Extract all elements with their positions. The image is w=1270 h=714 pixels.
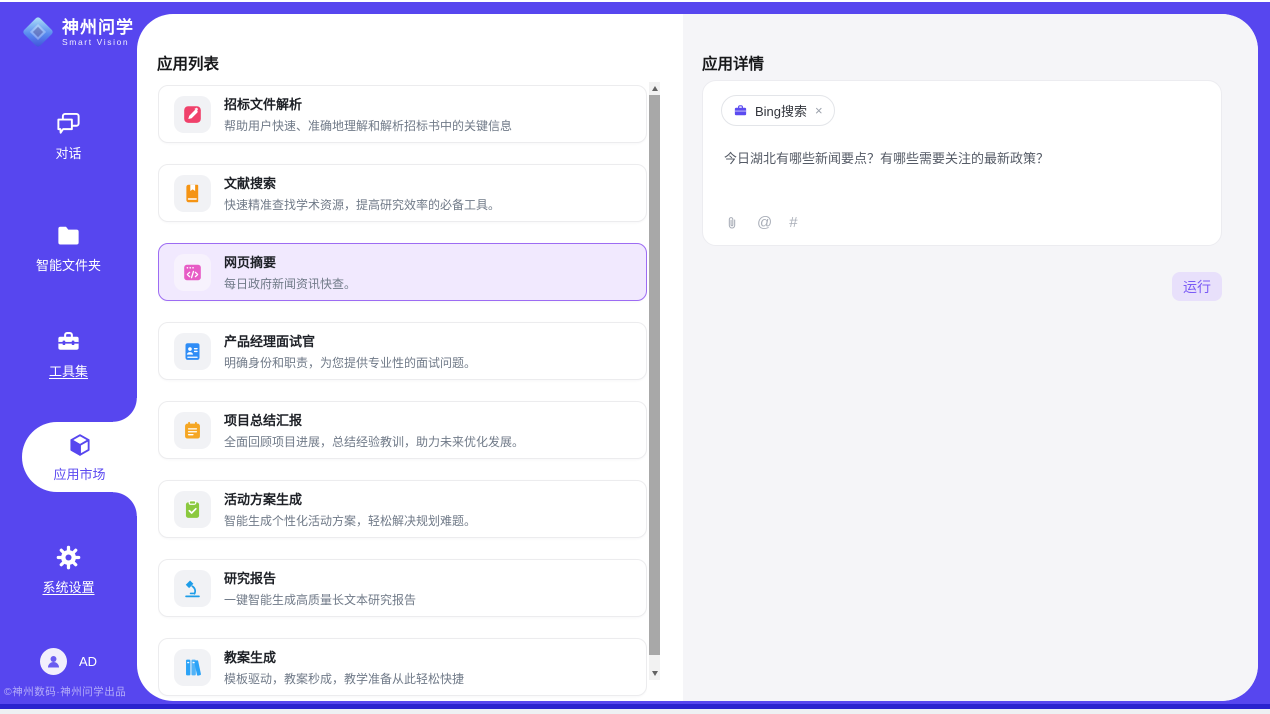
close-icon[interactable]: ×	[814, 104, 824, 117]
scroll-down-button[interactable]	[649, 667, 660, 680]
sidebar-item-smart-folder[interactable]: 智能文件夹	[0, 222, 137, 274]
app-card-title: 网页摘要	[224, 252, 356, 271]
app-card[interactable]: 教案生成模板驱动，教案秒成，教学准备从此轻松快捷	[158, 638, 647, 696]
book-icon	[174, 175, 211, 212]
prompt-card: Bing搜索 × 今日湖北有哪些新闻要点？有哪些需要关注的最新政策？ @ #	[702, 80, 1222, 246]
app-card-title: 项目总结汇报	[224, 410, 524, 429]
app-card-desc: 快速精准查找学术资源，提高研究效率的必备工具。	[224, 196, 500, 213]
calendar-note-icon	[174, 412, 211, 449]
tool-chip-bing-search[interactable]: Bing搜索 ×	[721, 95, 835, 126]
app-window: 神州问学 Smart Vision 对话 智能文件夹	[0, 0, 1270, 714]
sidebar-item-label: 应用市场	[53, 464, 105, 483]
sidebar: 神州问学 Smart Vision 对话 智能文件夹	[0, 2, 137, 704]
brand-name: 神州问学	[62, 18, 134, 37]
sidebar-item-label: 系统设置	[42, 577, 94, 596]
triangle-down-icon	[652, 671, 658, 676]
sidebar-item-label: 工具集	[49, 361, 88, 380]
briefcase-icon	[733, 103, 748, 118]
books-icon	[174, 649, 211, 686]
sidebar-item-app-market[interactable]: 应用市场	[22, 422, 137, 492]
app-card-desc: 帮助用户快速、准确地理解和解析招标书中的关键信息	[224, 117, 512, 134]
microscope-icon	[174, 570, 211, 607]
brand-logo: 神州问学 Smart Vision	[20, 14, 134, 50]
app-list-title: 应用列表	[157, 52, 219, 74]
paperclip-icon[interactable]	[724, 215, 740, 231]
sidebar-item-settings[interactable]: 系统设置	[0, 544, 137, 596]
scroll-up-button[interactable]	[649, 82, 660, 95]
app-card[interactable]: 产品经理面试官明确身份和职责，为您提供专业性的面试问题。	[158, 322, 647, 380]
app-card[interactable]: 研究报告一键智能生成高质量长文本研究报告	[158, 559, 647, 617]
app-card-title: 教案生成	[224, 647, 464, 666]
sidebar-item-chat[interactable]: 对话	[0, 110, 137, 162]
sidebar-item-toolset[interactable]: 工具集	[0, 328, 137, 380]
gear-icon	[55, 544, 82, 571]
folder-icon	[55, 222, 82, 249]
clipboard-check-icon	[174, 491, 211, 528]
browser-code-icon	[174, 254, 211, 291]
app-detail-panel: 应用详情 Bing搜索 × 今日湖北有哪些新闻要点？有哪些需要关注的最新政策？	[683, 14, 1258, 701]
app-card-desc: 一键智能生成高质量长文本研究报告	[224, 591, 416, 608]
attachment-toolbar: @ #	[724, 215, 798, 231]
user-account[interactable]: AD	[0, 648, 137, 675]
app-card-desc: 智能生成个性化活动方案，轻松解决规划难题。	[224, 512, 476, 529]
app-list-panel: 应用列表 招标文件解析帮助用户快速、准确地理解和解析招标书中的关键信息 文献搜索…	[137, 14, 683, 701]
resume-person-icon	[174, 333, 211, 370]
app-card[interactable]: 网页摘要每日政府新闻资讯快查。	[158, 243, 647, 301]
chat-icon	[55, 110, 82, 137]
at-icon[interactable]: @	[757, 215, 772, 231]
triangle-up-icon	[652, 86, 658, 91]
user-initials: AD	[79, 654, 97, 669]
sidebar-item-label: 智能文件夹	[36, 255, 101, 274]
main-content-card: 应用列表 招标文件解析帮助用户快速、准确地理解和解析招标书中的关键信息 文献搜索…	[137, 14, 1258, 701]
edit-doc-icon	[174, 96, 211, 133]
scrollbar-track[interactable]	[649, 655, 660, 667]
run-button[interactable]: 运行	[1172, 272, 1222, 301]
app-card-desc: 全面回顾项目进展，总结经验教训，助力未来优化发展。	[224, 433, 524, 450]
query-input[interactable]: 今日湖北有哪些新闻要点？有哪些需要关注的最新政策？	[724, 150, 1202, 168]
app-card-title: 活动方案生成	[224, 489, 476, 508]
person-icon	[45, 653, 62, 670]
avatar	[40, 648, 67, 675]
app-card-title: 研究报告	[224, 568, 416, 587]
app-card[interactable]: 活动方案生成智能生成个性化活动方案，轻松解决规划难题。	[158, 480, 647, 538]
list-scrollbar[interactable]	[649, 82, 660, 680]
brand-subtitle: Smart Vision	[62, 37, 134, 47]
app-card-desc: 明确身份和职责，为您提供专业性的面试问题。	[224, 354, 476, 371]
bottom-gray-strip	[0, 709, 1270, 714]
app-card[interactable]: 招标文件解析帮助用户快速、准确地理解和解析招标书中的关键信息	[158, 85, 647, 143]
hash-icon[interactable]: #	[789, 215, 797, 231]
app-card-desc: 每日政府新闻资讯快查。	[224, 275, 356, 292]
sidebar-item-label: 对话	[55, 143, 81, 162]
app-card-title: 招标文件解析	[224, 94, 512, 113]
cube-icon	[66, 431, 94, 459]
app-card-title: 产品经理面试官	[224, 331, 476, 350]
footer-credit: ©神州数码·神州问学出品	[4, 684, 137, 699]
app-card-desc: 模板驱动，教案秒成，教学准备从此轻松快捷	[224, 670, 464, 687]
diamond-logo-icon	[20, 14, 56, 50]
app-card-list: 招标文件解析帮助用户快速、准确地理解和解析招标书中的关键信息 文献搜索快速精准查…	[158, 85, 647, 701]
app-card[interactable]: 项目总结汇报全面回顾项目进展，总结经验教训，助力未来优化发展。	[158, 401, 647, 459]
app-detail-title: 应用详情	[702, 52, 764, 74]
app-card-title: 文献搜索	[224, 173, 500, 192]
tool-chip-label: Bing搜索	[755, 101, 807, 120]
toolbox-icon	[55, 328, 82, 355]
app-card[interactable]: 文献搜索快速精准查找学术资源，提高研究效率的必备工具。	[158, 164, 647, 222]
scrollbar-thumb[interactable]	[649, 95, 660, 655]
